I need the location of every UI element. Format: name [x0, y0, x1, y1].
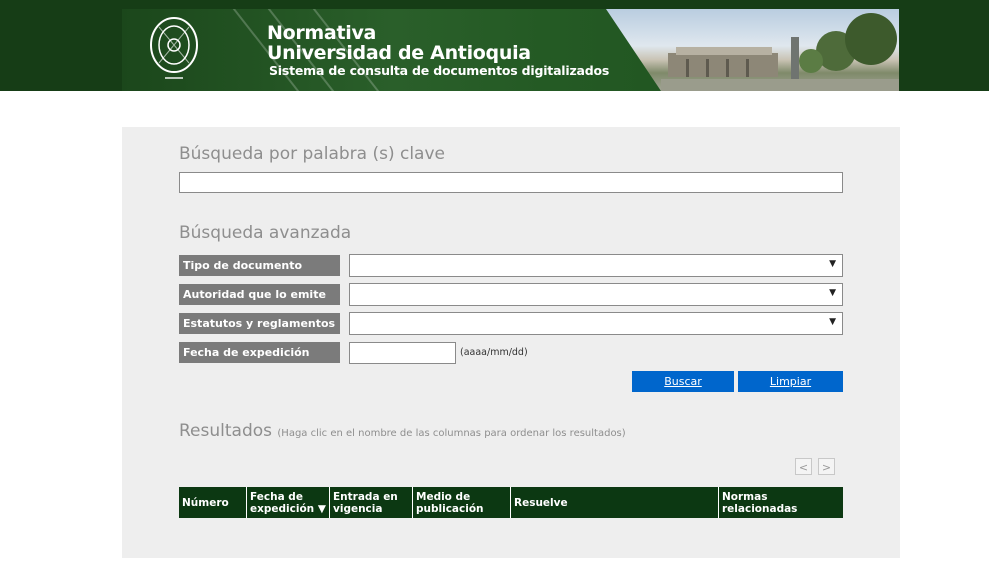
- search-button[interactable]: Buscar: [632, 371, 734, 392]
- prev-page-button[interactable]: <: [795, 458, 812, 475]
- search-panel: Búsqueda por palabra (s) clave Búsqueda …: [122, 127, 900, 558]
- document-type-select[interactable]: ▼: [349, 254, 843, 277]
- issue-date-input[interactable]: [349, 342, 456, 364]
- issue-date-label: Fecha de expedición: [179, 342, 340, 363]
- keyword-search-title: Búsqueda por palabra (s) clave: [179, 144, 445, 164]
- date-format-hint: (aaaa/mm/dd): [460, 347, 528, 358]
- chevron-down-icon: ▼: [829, 317, 836, 327]
- banner-title: Normativa Universidad de Antioquia: [267, 23, 531, 63]
- header-banner: Normativa Universidad de Antioquia Siste…: [122, 9, 899, 91]
- column-header-publication-medium[interactable]: Medio de publicación: [413, 487, 511, 518]
- results-title: Resultados (Haga clic en el nombre de la…: [179, 421, 626, 441]
- chevron-down-icon: ▼: [829, 288, 836, 298]
- university-seal-icon: [150, 17, 198, 79]
- issuing-authority-label: Autoridad que lo emite: [179, 284, 340, 305]
- column-header-issue-date[interactable]: Fecha de expedición ▼: [247, 487, 330, 518]
- clear-button[interactable]: Limpiar: [738, 371, 843, 392]
- column-header-effective-date[interactable]: Entrada en vigencia: [330, 487, 413, 518]
- column-header-number[interactable]: Número: [179, 487, 247, 518]
- next-page-button[interactable]: >: [818, 458, 835, 475]
- banner-title-line2: Universidad de Antioquia: [267, 42, 531, 64]
- campus-photo: [606, 9, 899, 91]
- column-header-resolves[interactable]: Resuelve: [511, 487, 719, 518]
- results-hint: (Haga clic en el nombre de las columnas …: [277, 428, 626, 439]
- document-type-label: Tipo de documento: [179, 255, 340, 276]
- statutes-label: Estatutos y reglamentos: [179, 313, 340, 334]
- banner-title-line1: Normativa: [267, 22, 377, 44]
- results-table-header: Número Fecha de expedición ▼ Entrada en …: [179, 487, 843, 518]
- chevron-down-icon: ▼: [829, 259, 836, 269]
- advanced-search-title: Búsqueda avanzada: [179, 223, 352, 243]
- issuing-authority-select[interactable]: ▼: [349, 283, 843, 306]
- column-header-related-norms[interactable]: Normas relacionadas: [719, 487, 843, 518]
- results-heading: Resultados: [179, 421, 272, 441]
- banner-subtitle: Sistema de consulta de documentos digita…: [269, 63, 610, 78]
- statutes-select[interactable]: ▼: [349, 312, 843, 335]
- campus-buildings-image: [661, 13, 899, 91]
- keyword-search-input[interactable]: [179, 172, 843, 193]
